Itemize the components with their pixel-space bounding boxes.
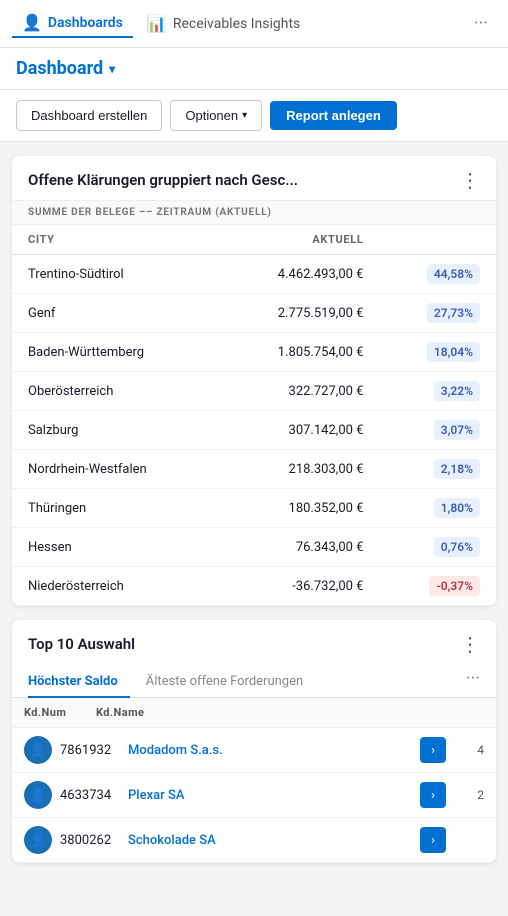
nav-dashboards-label: Dashboards — [48, 15, 123, 31]
percent-cell: -0,37% — [379, 567, 496, 606]
value-cell: 2.775.519,00 € — [218, 294, 379, 333]
customer-name: Plexar SA — [128, 788, 412, 803]
card1-header: Offene Klärungen gruppiert nach Gesc... … — [12, 156, 496, 200]
percent-cell: 27,73% — [379, 294, 496, 333]
offene-klarungen-card: Offene Klärungen gruppiert nach Gesc... … — [12, 156, 496, 606]
city-cell: Nordrhein-Westfalen — [12, 450, 218, 489]
header-bar: Dashboard ▾ — [0, 48, 508, 90]
col-city-header: CITY — [12, 225, 218, 255]
tab-hoechster-saldo[interactable]: Höchster Saldo — [28, 664, 130, 697]
tabs-bar: Höchster Saldo Älteste offene Forderunge… — [12, 664, 496, 698]
card2-inner: Kd.Num Kd.Name 👤 7861932 Modadom S.a.s. … — [12, 698, 496, 863]
card1-title: Offene Klärungen gruppiert nach Gesc... — [28, 171, 298, 189]
table-row: Genf 2.775.519,00 € 27,73% — [12, 294, 496, 333]
table-row: Nordrhein-Westfalen 218.303,00 € 2,18% — [12, 450, 496, 489]
nav-receivables-label: Receivables Insights — [173, 16, 300, 32]
customer-id: 3800262 — [60, 833, 120, 848]
navigate-button[interactable]: › — [420, 737, 446, 763]
navigate-button[interactable]: › — [420, 782, 446, 808]
customer-name: Schokolade SA — [128, 833, 412, 848]
customer-id: 7861932 — [60, 743, 120, 758]
nav-more-button[interactable]: ··· — [466, 9, 496, 38]
card2-title: Top 10 Auswahl — [28, 635, 135, 653]
top-nav: 👤 Dashboards 📊 Receivables Insights ··· — [0, 0, 508, 48]
percent-cell: 18,04% — [379, 333, 496, 372]
create-dashboard-button[interactable]: Dashboard erstellen — [16, 100, 162, 131]
col-kdname-header: Kd.Name — [96, 706, 484, 719]
dashboard-title-label: Dashboard — [16, 58, 103, 79]
value-cell: -36.732,00 € — [218, 567, 379, 606]
nav-dashboards[interactable]: 👤 Dashboards — [12, 9, 133, 38]
percent-cell: 2,18% — [379, 450, 496, 489]
value-cell: 76.343,00 € — [218, 528, 379, 567]
city-cell: Hessen — [12, 528, 218, 567]
percent-cell: 44,58% — [379, 255, 496, 294]
nav-receivables[interactable]: 📊 Receivables Insights — [137, 10, 310, 37]
card2-table-header: Kd.Num Kd.Name — [12, 698, 496, 728]
value-cell: 1.805.754,00 € — [218, 333, 379, 372]
col-percent-header — [379, 225, 496, 255]
avatar: 👤 — [24, 826, 52, 854]
city-cell: Genf — [12, 294, 218, 333]
dashboard-dropdown-arrow: ▾ — [109, 62, 115, 76]
list-item: 👤 3800262 Schokolade SA › — [12, 818, 496, 863]
tabs-more-button[interactable]: ··· — [466, 668, 480, 693]
toolbar: Dashboard erstellen Optionen ▾ Report an… — [0, 90, 508, 142]
percent-cell: 3,22% — [379, 372, 496, 411]
amount-cell: 4 — [454, 743, 484, 757]
city-cell: Thüringen — [12, 489, 218, 528]
dashboards-icon: 👤 — [22, 13, 42, 32]
customer-name: Modadom S.a.s. — [128, 743, 412, 758]
navigate-button[interactable]: › — [420, 827, 446, 853]
value-cell: 4.462.493,00 € — [218, 255, 379, 294]
options-button[interactable]: Optionen ▾ — [170, 100, 262, 131]
percent-cell: 3,07% — [379, 411, 496, 450]
avatar: 👤 — [24, 781, 52, 809]
city-cell: Niederösterreich — [12, 567, 218, 606]
city-cell: Oberösterreich — [12, 372, 218, 411]
city-cell: Salzburg — [12, 411, 218, 450]
col-kdnum-header: Kd.Num — [24, 706, 96, 719]
options-dropdown-arrow: ▾ — [242, 110, 247, 121]
col-aktuell-header: AKTUELL — [218, 225, 379, 255]
list-item: 👤 4633734 Plexar SA › 2 — [12, 773, 496, 818]
percent-cell: 1,80% — [379, 489, 496, 528]
tab-aelteste-forderungen[interactable]: Älteste offene Forderungen — [146, 664, 315, 697]
top10-card: Top 10 Auswahl ⋮ Höchster Saldo Älteste … — [12, 620, 496, 863]
table-row: Niederösterreich -36.732,00 € -0,37% — [12, 567, 496, 606]
value-cell: 218.303,00 € — [218, 450, 379, 489]
list-item: 👤 7861932 Modadom S.a.s. › 4 — [12, 728, 496, 773]
table-row: Trentino-Südtirol 4.462.493,00 € 44,58% — [12, 255, 496, 294]
table-row: Salzburg 307.142,00 € 3,07% — [12, 411, 496, 450]
table-row: Hessen 76.343,00 € 0,76% — [12, 528, 496, 567]
card2-menu-icon[interactable]: ⋮ — [460, 634, 480, 654]
city-cell: Baden-Württemberg — [12, 333, 218, 372]
percent-cell: 0,76% — [379, 528, 496, 567]
value-cell: 180.352,00 € — [218, 489, 379, 528]
table-row: Thüringen 180.352,00 € 1,80% — [12, 489, 496, 528]
customer-id: 4633734 — [60, 788, 120, 803]
receivables-icon: 📊 — [147, 14, 167, 33]
amount-cell: 2 — [454, 788, 484, 802]
city-cell: Trentino-Südtirol — [12, 255, 218, 294]
main-content: Offene Klärungen gruppiert nach Gesc... … — [0, 142, 508, 877]
card1-section-label: SUMME DER BELEGE –– ZEITRAUM (AKTUELL) — [12, 200, 496, 225]
card2-header: Top 10 Auswahl ⋮ — [12, 620, 496, 664]
card2-rows: 👤 7861932 Modadom S.a.s. › 4 👤 4633734 P… — [12, 728, 496, 863]
value-cell: 307.142,00 € — [218, 411, 379, 450]
card1-menu-icon[interactable]: ⋮ — [460, 170, 480, 190]
table-row: Oberösterreich 322.727,00 € 3,22% — [12, 372, 496, 411]
value-cell: 322.727,00 € — [218, 372, 379, 411]
avatar: 👤 — [24, 736, 52, 764]
card1-table: CITY AKTUELL Trentino-Südtirol 4.462.493… — [12, 225, 496, 606]
dashboard-title-dropdown[interactable]: Dashboard ▾ — [16, 58, 492, 79]
table-row: Baden-Württemberg 1.805.754,00 € 18,04% — [12, 333, 496, 372]
create-report-button[interactable]: Report anlegen — [270, 101, 397, 130]
